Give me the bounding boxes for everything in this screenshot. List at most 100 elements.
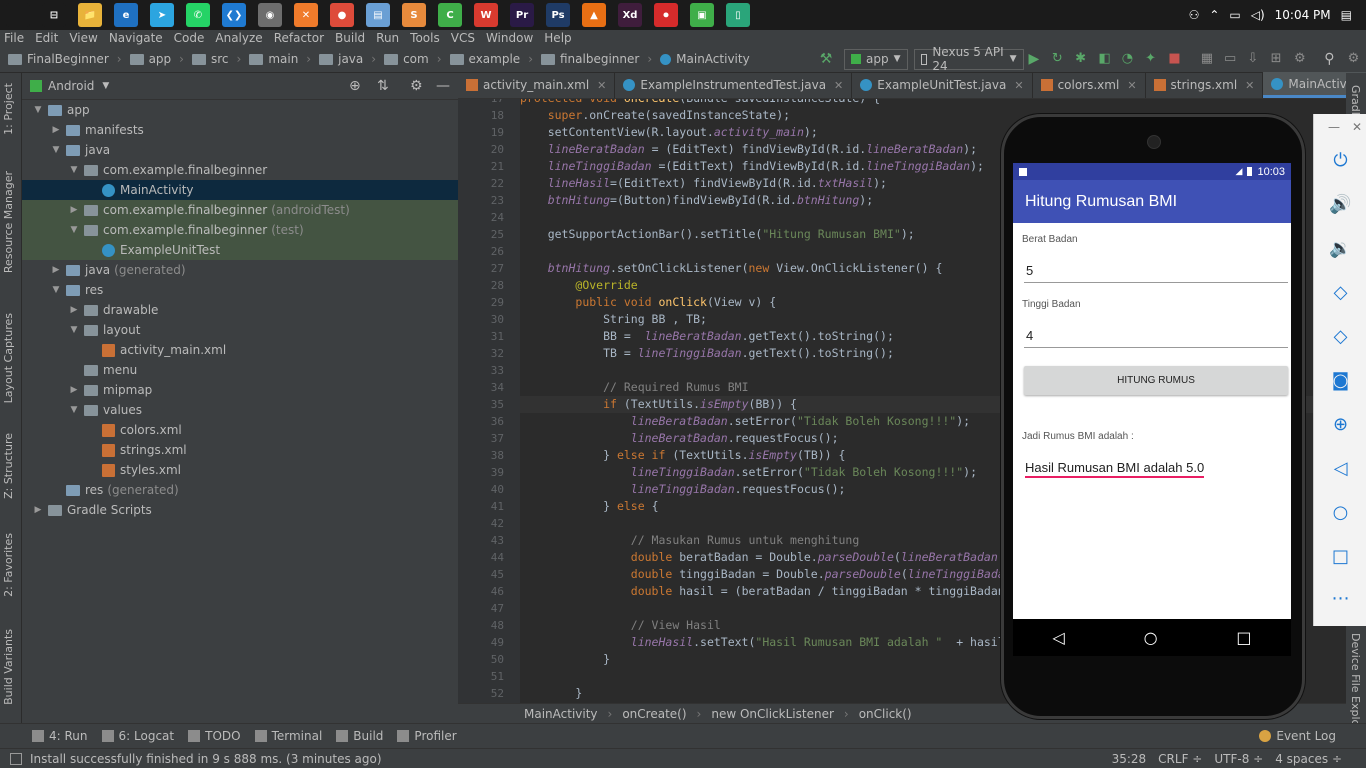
hitung-rumus-button[interactable]: HITUNG RUMUS <box>1024 366 1288 395</box>
volume-icon[interactable]: ◁) <box>1251 8 1265 22</box>
breadcrumb-item[interactable]: main › <box>249 52 311 66</box>
chevron-right-icon[interactable]: ▶ <box>50 125 62 135</box>
emulator-screen[interactable]: ◢ 10:03 Hitung Rumusan BMI Berat Badan 5… <box>1013 163 1291 656</box>
telegram-icon[interactable]: ➤ <box>150 3 174 27</box>
premiere-icon[interactable]: Pr <box>510 3 534 27</box>
run-config-select[interactable]: app ▼ <box>844 48 908 70</box>
coverage-icon[interactable]: ◧ <box>1098 51 1111 67</box>
menu-edit[interactable]: Edit <box>35 31 58 45</box>
hammer-icon[interactable]: ⚒ <box>820 51 833 67</box>
menu-code[interactable]: Code <box>174 31 205 45</box>
breadcrumb-item[interactable]: FinalBeginner › <box>8 52 122 66</box>
sync-gradle-icon[interactable]: ▦ <box>1201 51 1214 67</box>
editor-breadcrumb-item[interactable]: onCreate() <box>622 707 686 721</box>
tree-item[interactable]: ▶ manifests <box>22 120 458 140</box>
layout-inspector-icon[interactable]: ⊞ <box>1271 51 1284 67</box>
close-icon[interactable]: ✕ <box>1127 79 1136 92</box>
editor-tab[interactable]: strings.xml ✕ <box>1146 72 1264 98</box>
editor-tab[interactable]: ExampleUnitTest.java ✕ <box>852 72 1033 98</box>
chevron-right-icon[interactable]: ▶ <box>50 265 62 275</box>
home-icon[interactable]: ○ <box>1144 628 1158 647</box>
breadcrumb-item[interactable]: MainActivity <box>660 52 750 66</box>
zoom-icon[interactable]: ⊕ <box>1314 414 1366 435</box>
tree-item[interactable]: ▶ drawable <box>22 300 458 320</box>
breadcrumb-item[interactable]: example › <box>449 52 533 66</box>
code-line[interactable]: lineBeratBadan = (EditText) findViewById… <box>520 141 977 158</box>
bottom-tool-build[interactable]: Build <box>336 729 383 743</box>
editor-breadcrumb-item[interactable]: new OnClickListener <box>711 707 834 721</box>
back-icon[interactable]: ◁ <box>1314 458 1366 479</box>
tree-item[interactable]: colors.xml <box>22 420 458 440</box>
menu-vcs[interactable]: VCS <box>451 31 475 45</box>
breadcrumb-item[interactable]: app › <box>129 52 184 66</box>
run-icon[interactable]: ▶ <box>1029 51 1042 67</box>
notes-icon[interactable]: ▤ <box>366 3 390 27</box>
vscode-icon[interactable]: ❮❯ <box>222 3 246 27</box>
tree-item[interactable]: ▼ res <box>22 280 458 300</box>
xd-icon[interactable]: Xd <box>618 3 642 27</box>
chevron-down-icon[interactable]: ▼ <box>68 405 80 415</box>
tree-item[interactable]: ▶ Gradle Scripts <box>22 500 458 520</box>
editor-tab[interactable]: activity_main.xml ✕ <box>458 72 616 98</box>
menu-navigate[interactable]: Navigate <box>109 31 163 45</box>
code-line[interactable]: double beratBadan = Double.parseDouble(l… <box>520 549 998 566</box>
tree-item[interactable]: ▶ java (generated) <box>22 260 458 280</box>
chevron-up-icon[interactable]: ⌃ <box>1209 8 1219 22</box>
chevron-right-icon[interactable]: ▶ <box>68 385 80 395</box>
chevron-down-icon[interactable]: ▼ <box>68 225 80 235</box>
chevron-down-icon[interactable]: ▼ <box>68 325 80 335</box>
code-line[interactable]: protected void onCreate(Bundle savedInst… <box>520 99 880 107</box>
apply-changes-icon[interactable]: ↻ <box>1052 51 1065 67</box>
bottom-tool-todo[interactable]: TODO <box>188 729 241 743</box>
menu-view[interactable]: View <box>69 31 97 45</box>
profile-icon[interactable]: ◔ <box>1122 51 1135 67</box>
tree-item[interactable]: ▼ com.example.finalbeginner <box>22 160 458 180</box>
code-line[interactable]: @Override <box>520 277 637 294</box>
tree-item[interactable]: activity_main.xml <box>22 340 458 360</box>
attach-debugger-icon[interactable]: ✦ <box>1145 51 1158 67</box>
code-line[interactable]: double tinggiBadan = Double.parseDouble(… <box>520 566 1012 583</box>
tree-item[interactable]: ▶ com.example.finalbeginner (androidTest) <box>22 200 458 220</box>
chevron-right-icon[interactable]: ▶ <box>68 205 80 215</box>
screenshot-icon[interactable]: ◙ <box>1314 370 1366 391</box>
code-line[interactable]: public void onClick(View v) { <box>520 294 776 311</box>
minimize-icon[interactable]: — <box>1328 120 1340 134</box>
tool-tab-z-structure[interactable]: Z: Structure <box>2 433 15 499</box>
tool-tab-2-favorites[interactable]: 2: Favorites <box>2 533 15 597</box>
tree-item[interactable]: MainActivity <box>22 180 458 200</box>
settings-icon[interactable]: ⚙ <box>1348 51 1361 67</box>
code-line[interactable]: lineTinggiBadan.requestFocus(); <box>520 481 846 498</box>
rotate-left-icon[interactable]: ◇ <box>1314 282 1366 303</box>
breadcrumb-item[interactable]: finalbeginner › <box>541 52 652 66</box>
editor-tab[interactable]: ExampleInstrumentedTest.java ✕ <box>615 72 853 98</box>
minimize-icon[interactable]: — <box>436 78 450 94</box>
code-line[interactable]: // Masukan Rumus untuk menghitung <box>520 532 859 549</box>
power-icon[interactable]: ⏻ <box>1314 150 1366 171</box>
back-icon[interactable]: ◁ <box>1052 628 1064 647</box>
code-line[interactable]: lineBeratBadan.requestFocus(); <box>520 430 839 447</box>
chevron-down-icon[interactable]: ▼ <box>50 145 62 155</box>
code-line[interactable]: getSupportActionBar().setTitle("Hitung R… <box>520 226 915 243</box>
close-icon[interactable]: ✕ <box>597 79 606 92</box>
breadcrumb-item[interactable]: java › <box>319 52 376 66</box>
code-line[interactable]: lineHasil=(EditText) findViewById(R.id.t… <box>520 175 887 192</box>
bottom-tool-6-logcat[interactable]: 6: Logcat <box>101 729 174 743</box>
file-encoding[interactable]: UTF-8 ÷ <box>1214 752 1263 766</box>
menu-run[interactable]: Run <box>376 31 399 45</box>
vlc-icon[interactable]: ▲ <box>582 3 606 27</box>
code-line[interactable]: btnHitung=(Button)findViewById(R.id.btnH… <box>520 192 873 209</box>
bottom-tool-4-run[interactable]: 4: Run <box>32 729 88 743</box>
windows-logo-icon[interactable] <box>6 3 30 27</box>
line-separator[interactable]: CRLF ÷ <box>1158 752 1202 766</box>
code-line[interactable]: } <box>520 685 582 702</box>
home-icon[interactable]: ○ <box>1314 502 1366 523</box>
tool-tab-layout-captures[interactable]: Layout Captures <box>2 313 15 403</box>
project-structure-icon[interactable]: ⚙ <box>1294 51 1307 67</box>
tree-item[interactable]: ExampleUnitTest <box>22 240 458 260</box>
code-line[interactable]: TB = lineTinggiBadan.getText().toString(… <box>520 345 894 362</box>
code-line[interactable]: } else if (TextUtils.isEmpty(TB)) { <box>520 447 845 464</box>
menu-window[interactable]: Window <box>486 31 533 45</box>
taskbar-clock[interactable]: 10:04 PM <box>1275 8 1331 22</box>
gear-icon[interactable]: ⚙ <box>410 78 423 94</box>
code-line[interactable]: btnHitung.setOnClickListener(new View.On… <box>520 260 943 277</box>
